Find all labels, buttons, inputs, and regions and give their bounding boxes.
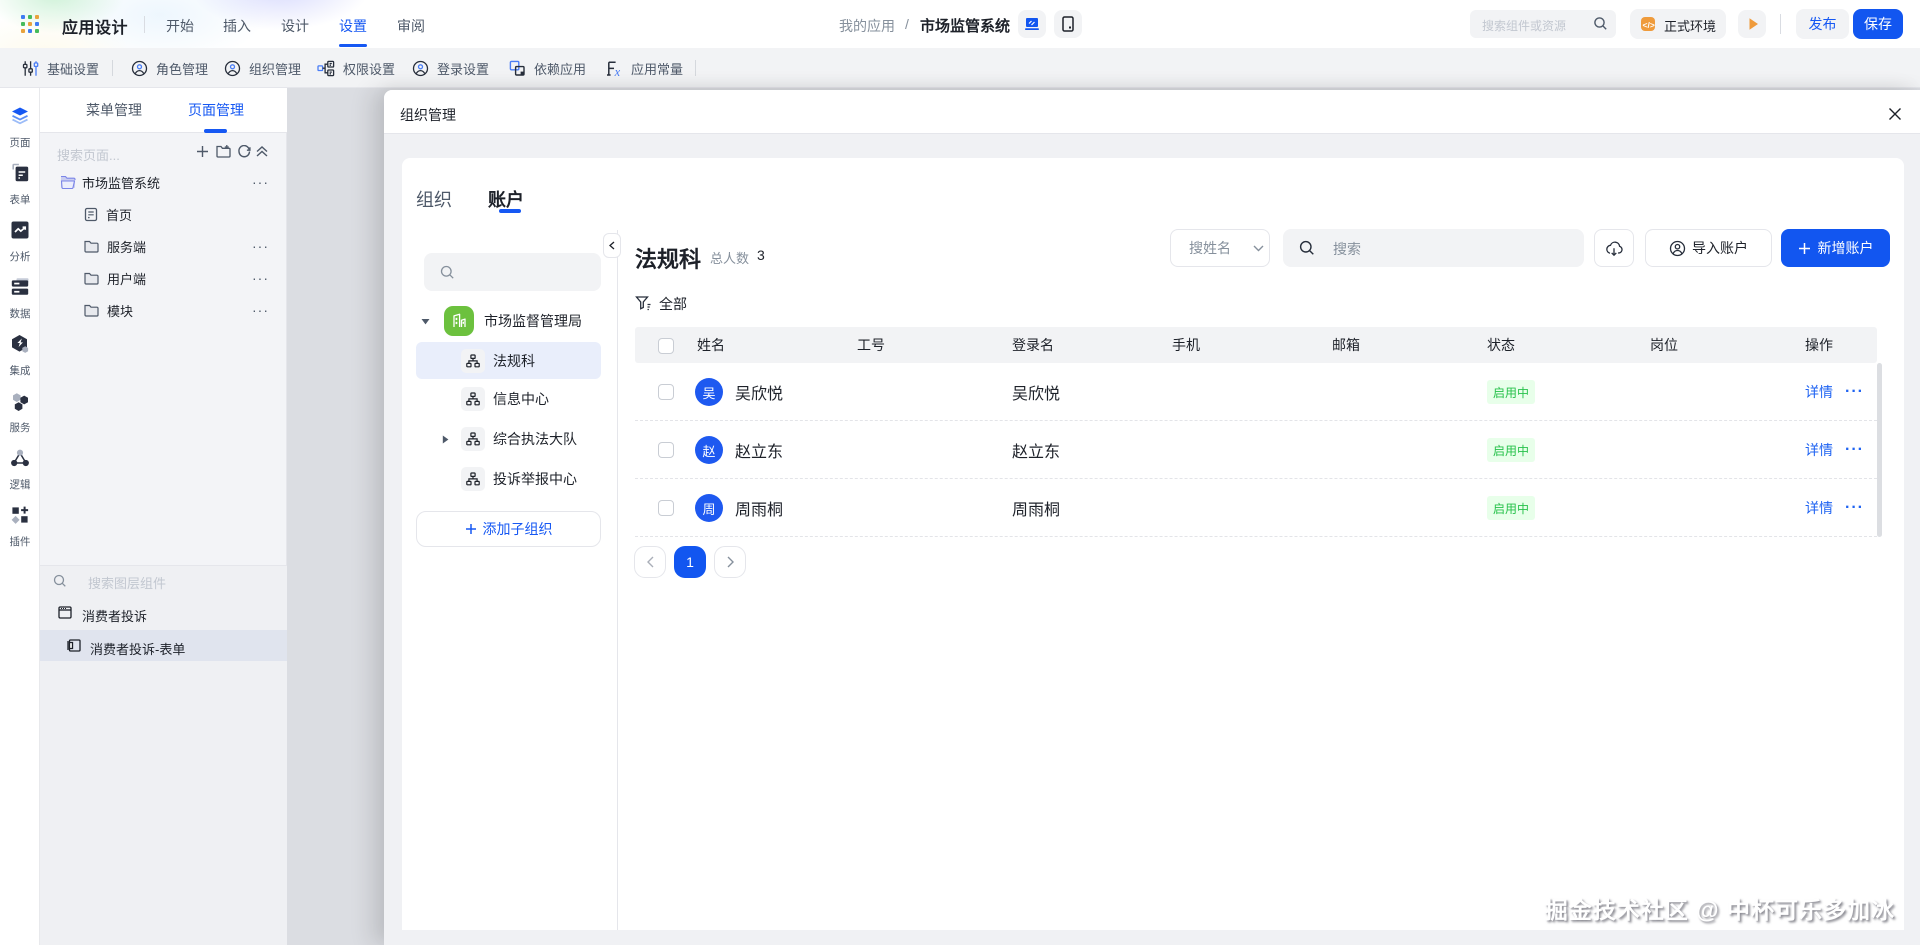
svg-text:x: x [614,64,621,76]
